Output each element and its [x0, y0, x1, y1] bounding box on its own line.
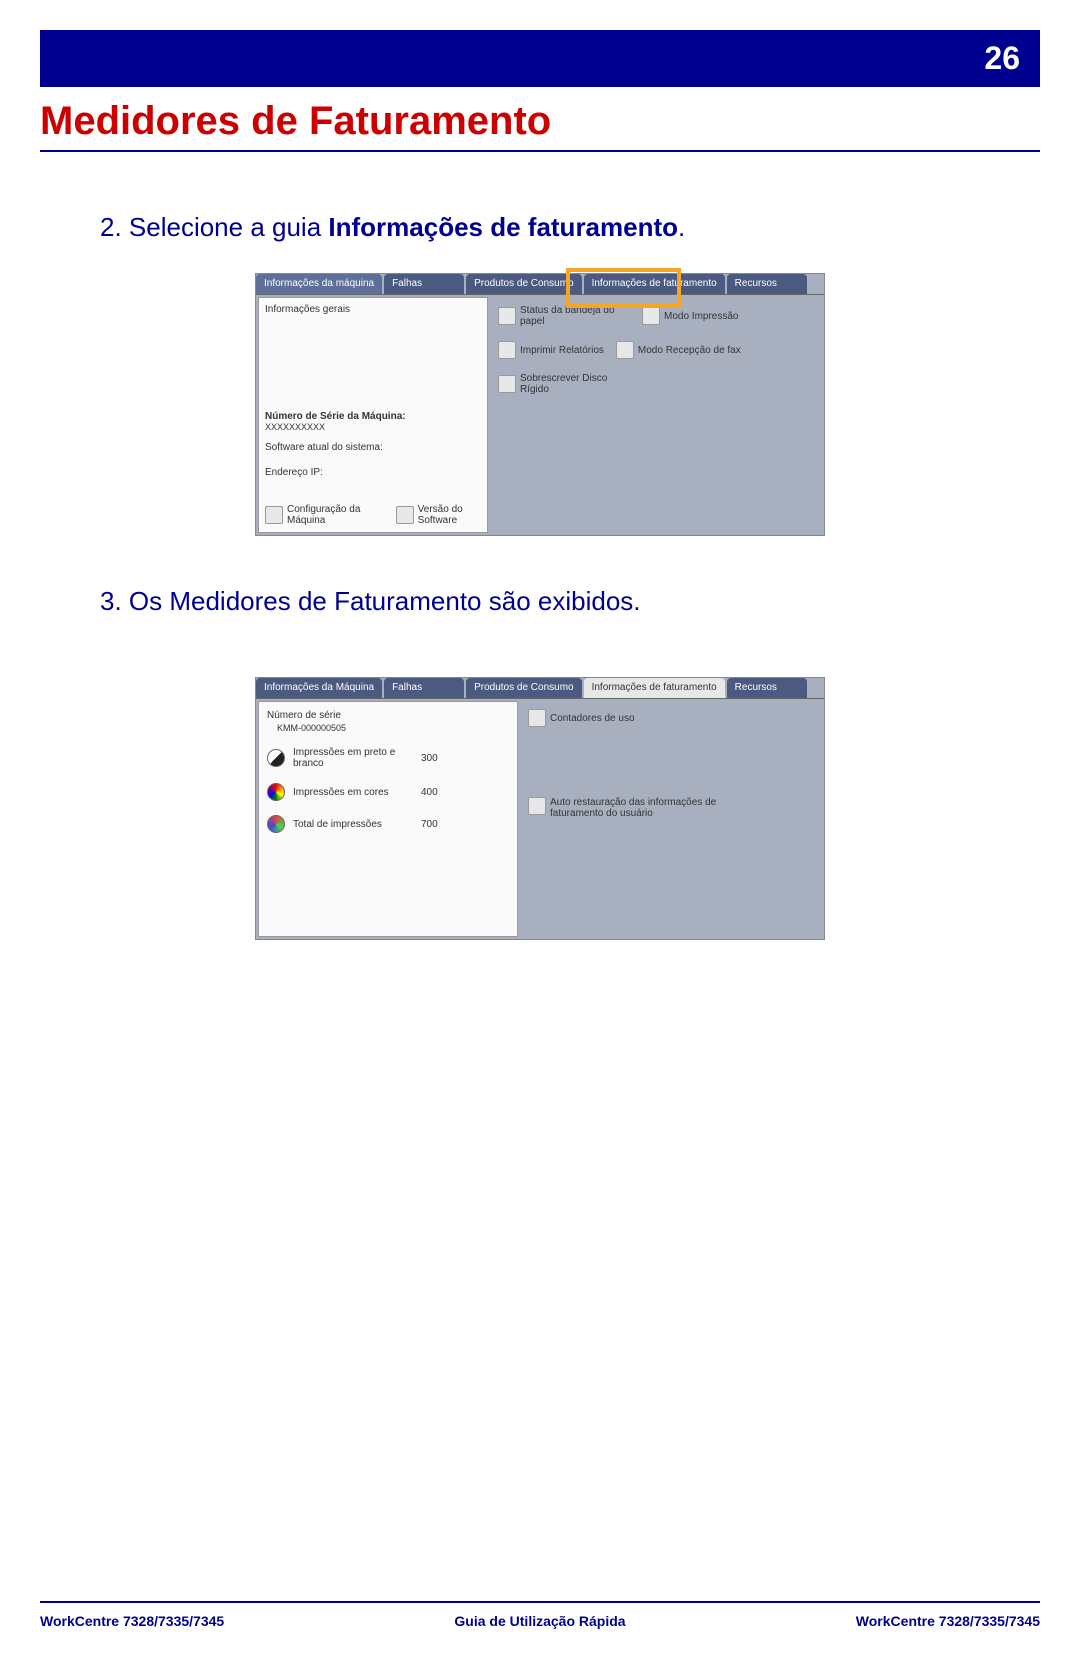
serial-label-2: Número de série	[267, 710, 509, 721]
tab-machine-info[interactable]: Informações da máquina	[256, 274, 382, 294]
meter-color-label: Impressões em cores	[293, 787, 413, 798]
fax-mode-label: Modo Recepção de fax	[638, 345, 741, 356]
page-footer: WorkCentre 7328/7335/7345 Guia de Utiliz…	[40, 1601, 1040, 1629]
tab-faults[interactable]: Falhas	[384, 274, 464, 294]
general-info-label: Informações gerais	[265, 304, 481, 315]
meter-color: Impressões em cores 400	[267, 783, 509, 801]
page-number: 26	[984, 40, 1020, 76]
tab-machine-info[interactable]: Informações da Máquina	[256, 678, 382, 698]
color-icon	[267, 783, 285, 801]
fax-mode-button[interactable]: Modo Recepção de fax	[616, 341, 741, 359]
footer-center: Guia de Utilização Rápida	[454, 1613, 625, 1629]
tab-billing-info[interactable]: Informações de faturamento	[584, 274, 725, 294]
meter-total-label: Total de impressões	[293, 819, 413, 830]
button-icon	[528, 709, 546, 727]
software-version-button[interactable]: Versão do Software	[396, 504, 481, 526]
tray-status-button[interactable]: Status da bandeja do papel	[498, 305, 630, 327]
tabs-row-2: Informações da Máquina Falhas Produtos d…	[256, 678, 824, 699]
total-icon	[267, 815, 285, 833]
tab-faults[interactable]: Falhas	[384, 678, 464, 698]
button-icon	[396, 506, 414, 524]
button-icon	[498, 341, 516, 359]
meter-bw-value: 300	[421, 753, 461, 764]
usage-counters-button[interactable]: Contadores de uso	[528, 709, 816, 727]
step-2-suffix: .	[678, 212, 685, 242]
meter-color-value: 400	[421, 787, 461, 798]
tab-resources[interactable]: Recursos	[727, 274, 807, 294]
button-icon	[498, 307, 516, 325]
tab-resources[interactable]: Recursos	[727, 678, 807, 698]
tab-supplies[interactable]: Produtos de Consumo	[466, 678, 582, 698]
header-bar: 26	[40, 30, 1040, 87]
print-reports-label: Imprimir Relatórios	[520, 345, 604, 356]
print-mode-label: Modo Impressão	[664, 311, 738, 322]
print-mode-button[interactable]: Modo Impressão	[642, 305, 738, 327]
auto-reset-billing-label: Auto restauração das informações de fatu…	[550, 797, 730, 819]
tray-status-label: Status da bandeja do papel	[520, 305, 630, 327]
meter-bw-label: Impressões em preto e branco	[293, 747, 413, 769]
button-icon	[528, 797, 546, 815]
screenshot-1: Informações da máquina Falhas Produtos d…	[255, 273, 825, 536]
footer-right: WorkCentre 7328/7335/7345	[856, 1613, 1040, 1629]
actions-col: Status da bandeja do papel Modo Impressã…	[490, 295, 824, 535]
step-2-prefix: 2. Selecione a guia	[100, 212, 328, 242]
software-label: Software atual do sistema:	[265, 442, 481, 453]
button-icon	[642, 307, 660, 325]
serial-label: Número de Série da Máquina:	[265, 411, 481, 422]
footer-left: WorkCentre 7328/7335/7345	[40, 1613, 224, 1629]
software-version-label: Versão do Software	[418, 504, 481, 526]
machine-config-button[interactable]: Configuração da Máquina	[265, 504, 368, 526]
meter-total-value: 700	[421, 819, 461, 830]
auto-reset-billing-button[interactable]: Auto restauração das informações de fatu…	[528, 797, 816, 819]
machine-config-label: Configuração da Máquina	[287, 504, 368, 526]
step-2: 2. Selecione a guia Informações de fatur…	[100, 212, 980, 243]
step-3: 3. Os Medidores de Faturamento são exibi…	[100, 586, 980, 617]
meter-bw: Impressões em preto e branco 300	[267, 747, 509, 769]
overwrite-disk-button[interactable]: Sobrescrever Disco Rígido	[498, 373, 630, 395]
serial-value-2: KMM-000000505	[277, 723, 509, 733]
step-2-bold: Informações de faturamento	[328, 212, 678, 242]
screenshot-2: Informações da Máquina Falhas Produtos d…	[255, 677, 825, 940]
meters-panel: Número de série KMM-000000505 Impressões…	[258, 701, 518, 937]
button-icon	[265, 506, 283, 524]
usage-counters-label: Contadores de uso	[550, 713, 635, 724]
ip-label: Endereço IP:	[265, 467, 481, 478]
tabs-row-1: Informações da máquina Falhas Produtos d…	[256, 274, 824, 295]
billing-actions-col: Contadores de uso Auto restauração das i…	[520, 699, 824, 939]
page-title: Medidores de Faturamento	[40, 99, 1040, 144]
overwrite-disk-label: Sobrescrever Disco Rígido	[520, 373, 630, 395]
tab-billing-info[interactable]: Informações de faturamento	[584, 678, 725, 698]
print-reports-button[interactable]: Imprimir Relatórios	[498, 341, 604, 359]
tab-supplies[interactable]: Produtos de Consumo	[466, 274, 582, 294]
machine-info-panel: Informações gerais Número de Série da Má…	[258, 297, 488, 533]
meter-total: Total de impressões 700	[267, 815, 509, 833]
button-icon	[498, 375, 516, 393]
button-icon	[616, 341, 634, 359]
bw-icon	[267, 749, 285, 767]
footer-rule	[40, 1601, 1040, 1603]
serial-value: XXXXXXXXXX	[265, 422, 481, 432]
